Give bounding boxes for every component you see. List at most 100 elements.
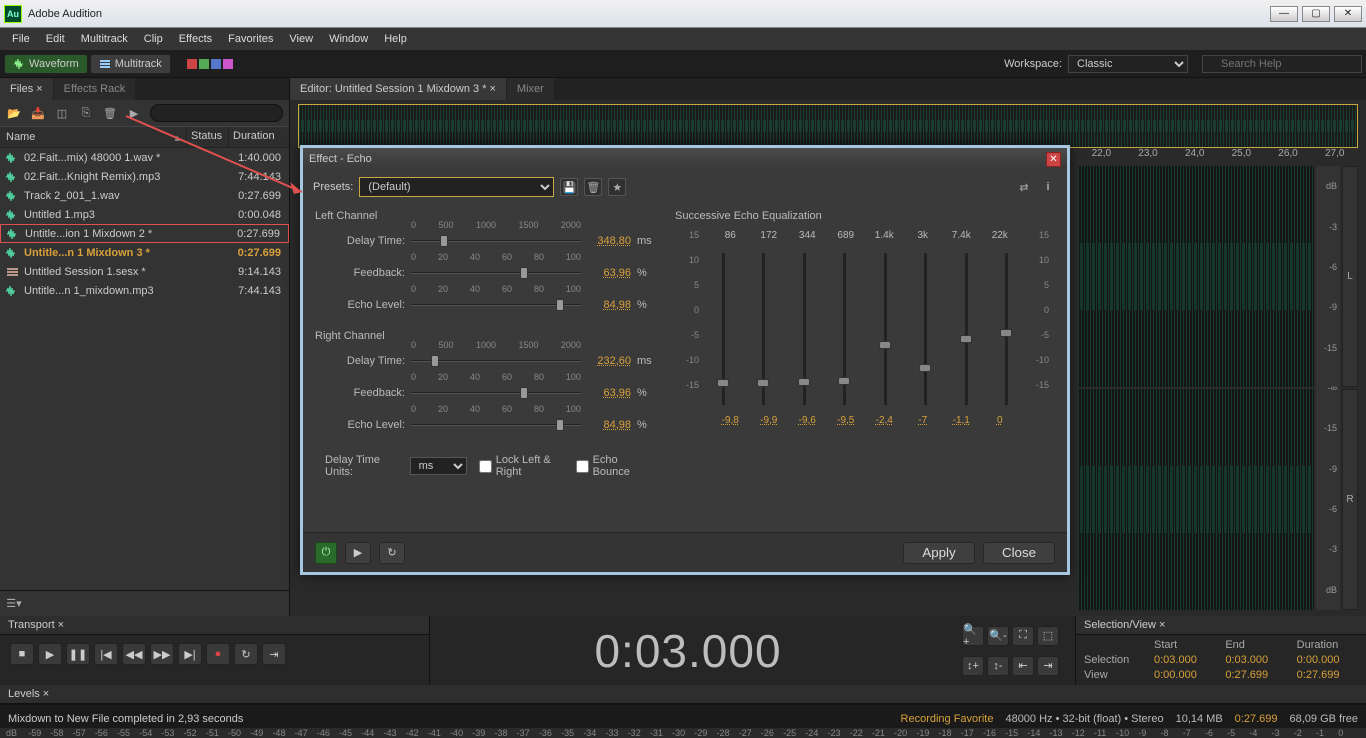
slider-value[interactable]: 84,98 xyxy=(587,299,631,311)
multitrack-mode-button[interactable]: Multitrack xyxy=(90,54,171,74)
eq-value[interactable]: -9,8 xyxy=(711,415,750,426)
preview-loop-button[interactable]: ↻ xyxy=(379,542,405,564)
play-icon[interactable]: ▶ xyxy=(126,105,142,121)
routing-icon[interactable]: ⇄ xyxy=(1015,178,1033,196)
effects-rack-tab[interactable]: Effects Rack xyxy=(54,78,137,100)
slider-track[interactable]: 020406080100 xyxy=(411,262,581,284)
next-button[interactable]: ▶| xyxy=(178,643,202,665)
file-row[interactable]: Untitle...ion 1 Mixdown 2 *0:27.699 xyxy=(0,224,289,243)
filter-icon[interactable]: ☰▾ xyxy=(6,596,22,612)
slider-track[interactable]: 020406080100 xyxy=(411,294,581,316)
menu-multitrack[interactable]: Multitrack xyxy=(73,31,136,47)
file-row[interactable]: 02.Fait...mix) 48000 1.wav *1:40.000 xyxy=(0,148,289,167)
files-tab[interactable]: Files× xyxy=(0,78,54,100)
record-button[interactable]: ● xyxy=(206,643,230,665)
skip-selection-button[interactable]: ⇥ xyxy=(262,643,286,665)
file-row[interactable]: Untitled 1.mp30:00.048 xyxy=(0,205,289,224)
zoom-out-end-icon[interactable]: ⇥ xyxy=(1037,656,1059,676)
slider-value[interactable]: 348,80 xyxy=(587,235,631,247)
mixer-tab[interactable]: Mixer xyxy=(507,78,555,100)
eq-slider[interactable] xyxy=(762,253,765,405)
power-toggle-icon[interactable]: ⏻ xyxy=(315,542,337,564)
slider-track[interactable]: 020406080100 xyxy=(411,382,581,404)
eq-value[interactable]: -7 xyxy=(904,415,943,426)
zoom-full-icon[interactable]: ⛶ xyxy=(1012,626,1034,646)
save-preset-icon[interactable]: 💾 xyxy=(560,178,578,196)
menu-view[interactable]: View xyxy=(281,31,321,47)
eq-thumb[interactable] xyxy=(1000,329,1012,337)
menu-effects[interactable]: Effects xyxy=(171,31,220,47)
insert-icon[interactable]: ⎘ xyxy=(78,105,94,121)
stop-button[interactable]: ■ xyxy=(10,643,34,665)
lock-lr-checkbox[interactable]: Lock Left & Right xyxy=(479,454,564,478)
zoom-in-horiz-icon[interactable]: 🔍+ xyxy=(962,626,984,646)
search-help-input[interactable] xyxy=(1202,55,1362,73)
delay-units-select[interactable]: ms xyxy=(410,457,467,475)
editor-tab[interactable]: Editor: Untitled Session 1 Mixdown 3 *× xyxy=(290,78,507,100)
eq-thumb[interactable] xyxy=(919,364,931,372)
file-row[interactable]: Track 2_001_1.wav0:27.699 xyxy=(0,186,289,205)
eq-value[interactable]: -9,5 xyxy=(827,415,866,426)
eq-slider[interactable] xyxy=(1005,253,1008,405)
eq-slider[interactable] xyxy=(803,253,806,405)
slider-track[interactable]: 0500100015002000 xyxy=(411,350,581,372)
eq-value[interactable]: -9,6 xyxy=(788,415,827,426)
channel-l-button[interactable]: L xyxy=(1342,166,1358,387)
sel-dur[interactable]: 0:00.000 xyxy=(1297,654,1358,666)
eq-value[interactable]: -9,9 xyxy=(750,415,789,426)
file-row[interactable]: Untitled Session 1.sesx *9:14.143 xyxy=(0,262,289,281)
zoom-in-start-icon[interactable]: ⇤ xyxy=(1012,656,1034,676)
col-duration[interactable]: Duration xyxy=(229,127,289,147)
menu-clip[interactable]: Clip xyxy=(136,31,171,47)
file-search[interactable] xyxy=(150,104,283,122)
close-button[interactable]: ✕ xyxy=(1334,6,1362,22)
apply-button[interactable]: Apply xyxy=(903,542,975,564)
slider-thumb[interactable] xyxy=(440,235,448,247)
file-row[interactable]: 02.Fait...Knight Remix).mp37:44.143 xyxy=(0,167,289,186)
col-status[interactable]: Status xyxy=(187,127,229,147)
view-dur[interactable]: 0:27.699 xyxy=(1297,669,1358,681)
menu-help[interactable]: Help xyxy=(376,31,415,47)
eq-value[interactable]: -1,1 xyxy=(942,415,981,426)
sel-start[interactable]: 0:03.000 xyxy=(1154,654,1215,666)
slider-value[interactable]: 63,96 xyxy=(587,387,631,399)
presets-select[interactable]: (Default) xyxy=(359,177,554,197)
loop-button[interactable]: ↻ xyxy=(234,643,258,665)
file-row[interactable]: Untitle...n 1_mixdown.mp37:44.143 xyxy=(0,281,289,300)
echo-bounce-checkbox[interactable]: Echo Bounce xyxy=(576,454,645,478)
view-start[interactable]: 0:00.000 xyxy=(1154,669,1215,681)
favorite-preset-icon[interactable]: ★ xyxy=(608,178,626,196)
maximize-button[interactable]: ▢ xyxy=(1302,6,1330,22)
zoom-in-vert-icon[interactable]: ↕+ xyxy=(962,656,984,676)
dialog-close-icon[interactable]: ✕ xyxy=(1046,152,1061,167)
eq-thumb[interactable] xyxy=(757,379,769,387)
preview-play-button[interactable]: ▶ xyxy=(345,542,371,564)
overview-waveform[interactable] xyxy=(298,104,1358,148)
menu-file[interactable]: File xyxy=(4,31,38,47)
import-icon[interactable]: 📥 xyxy=(30,105,46,121)
eq-slider[interactable] xyxy=(722,253,725,405)
eq-slider[interactable] xyxy=(924,253,927,405)
info-icon[interactable]: i xyxy=(1039,178,1057,196)
delete-icon[interactable]: 🗑 xyxy=(102,105,118,121)
menu-edit[interactable]: Edit xyxy=(38,31,73,47)
prev-button[interactable]: |◀ xyxy=(94,643,118,665)
open-file-icon[interactable]: 📂 xyxy=(6,105,22,121)
slider-thumb[interactable] xyxy=(520,267,528,279)
slider-track[interactable]: 020406080100 xyxy=(411,414,581,436)
eq-thumb[interactable] xyxy=(717,379,729,387)
minimize-button[interactable]: — xyxy=(1270,6,1298,22)
waveform-mode-button[interactable]: Waveform xyxy=(4,54,88,74)
slider-thumb[interactable] xyxy=(520,387,528,399)
eq-thumb[interactable] xyxy=(960,335,972,343)
pause-button[interactable]: ❚❚ xyxy=(66,643,90,665)
slider-thumb[interactable] xyxy=(556,299,564,311)
view-end[interactable]: 0:27.699 xyxy=(1225,669,1286,681)
eq-value[interactable]: 0 xyxy=(981,415,1020,426)
menu-favorites[interactable]: Favorites xyxy=(220,31,281,47)
eq-slider[interactable] xyxy=(965,253,968,405)
eq-slider[interactable] xyxy=(843,253,846,405)
forward-button[interactable]: ▶▶ xyxy=(150,643,174,665)
sel-end[interactable]: 0:03.000 xyxy=(1225,654,1286,666)
channel-r-button[interactable]: R xyxy=(1342,389,1358,610)
